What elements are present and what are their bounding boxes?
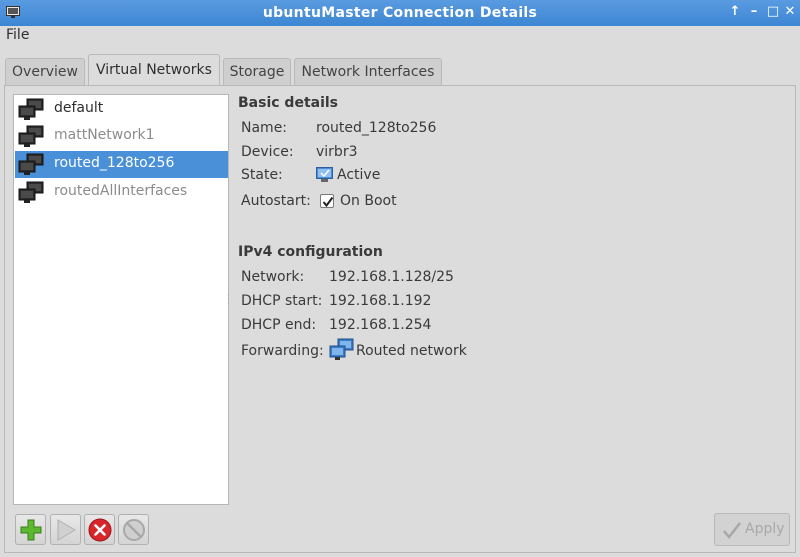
network-item-default[interactable]: default xyxy=(15,96,228,123)
no-entry-icon xyxy=(123,519,145,541)
autostart-checkbox[interactable] xyxy=(320,194,334,208)
tab-bar: Overview Virtual Networks Storage Networ… xyxy=(0,54,800,87)
tab-network-interfaces[interactable]: Network Interfaces xyxy=(294,58,442,86)
keep-above-button[interactable]: ↑ xyxy=(727,4,743,20)
network-icon xyxy=(18,181,44,203)
network-icon xyxy=(18,153,44,175)
connection-details-window: ubuntuMaster Connection Details ↑ – □ ✕ … xyxy=(0,0,800,557)
tab-storage[interactable]: Storage xyxy=(223,58,291,86)
network-name: routedAllInterfaces xyxy=(54,183,188,199)
basic-details-heading: Basic details xyxy=(238,95,339,111)
plus-icon xyxy=(20,519,42,541)
network-item-mattnetwork1[interactable]: mattNetwork1 xyxy=(15,123,228,150)
add-network-button[interactable] xyxy=(15,514,46,545)
state-label: State: xyxy=(241,167,283,183)
tab-virtual-networks[interactable]: Virtual Networks xyxy=(88,54,220,87)
network-item-routed-128to256[interactable]: routed_128to256 xyxy=(15,151,228,178)
checkmark-icon xyxy=(322,196,334,208)
minimize-button[interactable]: – xyxy=(746,4,762,20)
routed-network-icon xyxy=(329,338,354,360)
delete-network-button[interactable] xyxy=(118,514,149,545)
autostart-value: On Boot xyxy=(340,193,397,209)
network-name: default xyxy=(54,100,104,116)
network-item-routedallinterfaces[interactable]: routedAllInterfaces xyxy=(15,179,228,206)
maximize-button[interactable]: □ xyxy=(765,4,781,20)
play-icon xyxy=(57,519,76,541)
network-icon xyxy=(18,98,44,120)
network-name: routed_128to256 xyxy=(54,155,175,171)
window-title: ubuntuMaster Connection Details xyxy=(262,5,538,21)
dhcp-end-label: DHCP end: xyxy=(241,317,317,333)
menu-bar: File xyxy=(0,26,800,48)
autostart-label: Autostart: xyxy=(241,193,311,209)
state-value: Active xyxy=(337,167,381,183)
network-name: mattNetwork1 xyxy=(54,127,155,143)
device-label: Device: xyxy=(241,144,294,160)
dhcp-end-value: 192.168.1.254 xyxy=(329,317,432,333)
dhcp-start-label: DHCP start: xyxy=(241,293,323,309)
network-label: Network: xyxy=(241,269,305,285)
forwarding-label: Forwarding: xyxy=(241,343,324,359)
start-network-button[interactable] xyxy=(50,514,81,545)
stop-icon xyxy=(88,518,112,542)
name-value: routed_128to256 xyxy=(316,120,437,136)
menu-file[interactable]: File xyxy=(6,27,29,43)
apply-button[interactable]: Apply xyxy=(714,513,790,546)
checkmark-icon xyxy=(723,522,741,539)
title-bar[interactable]: ubuntuMaster Connection Details ↑ – □ ✕ xyxy=(0,0,800,26)
stop-network-button[interactable] xyxy=(84,514,115,545)
dhcp-start-value: 192.168.1.192 xyxy=(329,293,432,309)
network-list[interactable]: default mattNetwork1 routed_128to256 rou… xyxy=(13,94,229,505)
name-label: Name: xyxy=(241,120,288,136)
close-button[interactable]: ✕ xyxy=(782,4,798,20)
network-icon xyxy=(18,125,44,147)
tab-overview[interactable]: Overview xyxy=(5,58,85,86)
state-active-icon xyxy=(316,167,333,182)
forwarding-value: Routed network xyxy=(356,343,467,359)
network-value: 192.168.1.128/25 xyxy=(329,269,454,285)
apply-label: Apply xyxy=(745,521,785,537)
device-value: virbr3 xyxy=(316,144,358,160)
ipv4-heading: IPv4 configuration xyxy=(238,244,383,260)
pane-resize-handle[interactable]: · · · xyxy=(227,292,231,309)
